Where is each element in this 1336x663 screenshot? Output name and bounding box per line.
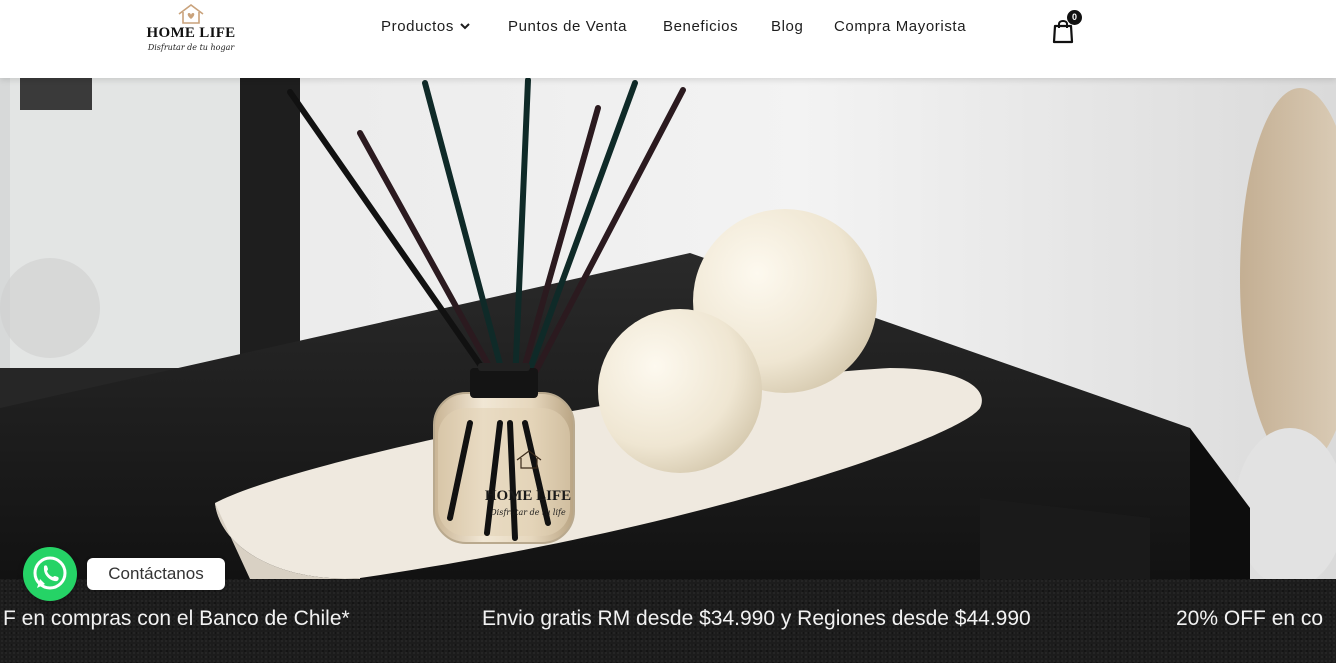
chevron-down-icon <box>460 23 470 30</box>
promo-ticker: F en compras con el Banco de Chile* Envi… <box>0 579 1336 663</box>
nav-item-label: Beneficios <box>663 18 739 35</box>
house-heart-icon <box>178 4 204 24</box>
ticker-item: F en compras con el Banco de Chile* <box>3 607 350 630</box>
whatsapp-icon <box>33 556 67 590</box>
bottle-tagline-label: Disfrutar de tu life <box>489 508 566 517</box>
nav-item-compra-mayorista[interactable]: Compra Mayorista <box>834 18 966 35</box>
nav-item-label: Puntos de Venta <box>508 18 628 35</box>
nav-item-label: Compra Mayorista <box>834 18 967 35</box>
brand-name: HOME LIFE <box>146 25 236 41</box>
whatsapp-label[interactable]: Contáctanos <box>87 558 225 590</box>
hero-banner: HOME LIFE Disfrutar de tu life <box>0 78 1336 579</box>
ticker-item: 20% OFF en co <box>1176 607 1324 630</box>
nav-item-label: Productos <box>381 18 454 35</box>
hero-image: HOME LIFE Disfrutar de tu life <box>0 78 1336 579</box>
nav-item-puntos-de-venta[interactable]: Puntos de Venta <box>508 18 627 35</box>
site-header: HOME LIFE Disfrutar de tu hogar Producto… <box>0 0 1336 78</box>
whatsapp-button[interactable] <box>23 547 77 601</box>
nav-item-beneficios[interactable]: Beneficios <box>663 18 738 35</box>
nav-item-productos[interactable]: Productos <box>381 18 470 35</box>
cart-button[interactable]: 0 <box>1051 10 1082 44</box>
ticker-item: Envio gratis RM desde $34.990 y Regiones… <box>482 607 1031 630</box>
brand-logo[interactable]: HOME LIFE Disfrutar de tu hogar <box>143 4 239 64</box>
brand-tagline: Disfrutar de tu hogar <box>147 43 235 52</box>
bottle-brand-label: HOME LIFE <box>485 488 571 504</box>
nav-item-blog[interactable]: Blog <box>771 18 803 35</box>
nav-item-label: Blog <box>771 18 804 35</box>
cart-count-badge: 0 <box>1067 10 1082 25</box>
